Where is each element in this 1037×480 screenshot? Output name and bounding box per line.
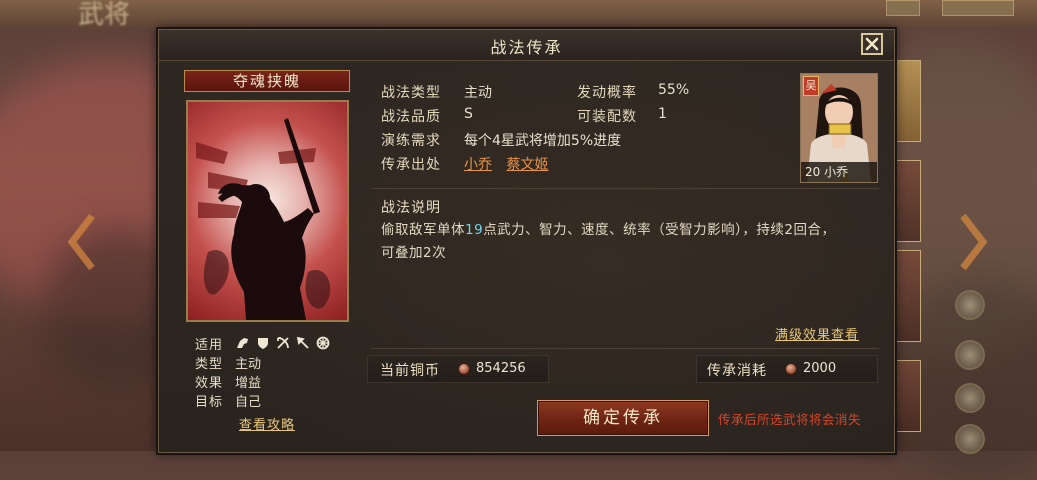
copper-value: 854256	[476, 361, 526, 376]
effect-label: 效果	[195, 376, 224, 391]
attr-source-values: 小乔 蔡文姬	[464, 154, 548, 174]
type-label: 类型	[195, 357, 224, 372]
modal-title: 战法传承	[490, 38, 563, 57]
quality-value: S	[464, 106, 473, 122]
equip-count-label: 可装配数	[577, 109, 637, 125]
trigger-rate-label: 发动概率	[577, 85, 637, 101]
background-round-button	[955, 383, 985, 413]
background-round-button	[955, 290, 985, 320]
target-value: 自己	[235, 395, 262, 410]
attr-tactic-type: 战法类型	[381, 82, 441, 102]
skill-artwork	[186, 100, 349, 322]
description-text-b: 点武力、智力、速度、统率（受智力影响），持续2回合，	[483, 222, 836, 238]
source-link-caiwenji[interactable]: 蔡文姬	[506, 157, 548, 173]
confirm-inherit-button[interactable]: 确定传承	[537, 400, 709, 436]
info-row-target: 目标 自己	[195, 391, 355, 411]
attr-source: 传承出处	[381, 154, 441, 174]
divider	[371, 348, 879, 349]
general-level-name: 20 小乔	[801, 162, 877, 182]
inherit-warning: 传承后所选武将将会消失	[718, 412, 862, 427]
background-top-bar	[0, 0, 1037, 30]
divider	[371, 188, 879, 189]
attr-tactic-type-value: 主动	[464, 82, 492, 102]
background-side-tab	[893, 360, 921, 432]
tactic-type-label: 战法类型	[381, 85, 441, 101]
description-number: 19	[465, 222, 484, 238]
attr-equip-count-value: 1	[658, 106, 667, 122]
cost-label: 传承消耗	[707, 363, 767, 379]
quality-label: 战法品质	[381, 109, 441, 125]
cost-bar: 传承消耗 2000	[696, 355, 878, 383]
equip-count-value: 1	[658, 106, 667, 122]
shield-icon	[255, 335, 271, 351]
drill-req-label: 演练需求	[381, 133, 441, 149]
effect-value: 增益	[235, 376, 262, 391]
copper-coin-icon	[458, 363, 470, 375]
background-top-button	[886, 0, 920, 16]
applicable-label: 适用	[195, 338, 224, 353]
description-title: 战法说明	[381, 200, 441, 216]
copper-bar: 当前铜币 854256	[367, 355, 549, 383]
view-guide-link[interactable]: 查看攻略	[239, 414, 295, 433]
skill-name: 夺魂挟魄	[184, 70, 350, 92]
attr-drill-req: 演练需求	[381, 130, 441, 150]
info-row-effect: 效果 增益	[195, 372, 355, 392]
attr-drill-req-value: 每个4星武将增加5%进度	[464, 130, 621, 150]
bow-icon	[275, 335, 291, 351]
source-link-xiaoqiao[interactable]: 小乔	[464, 157, 492, 173]
background-side-tab	[893, 250, 921, 342]
background-round-button	[955, 340, 985, 370]
general-stars	[807, 150, 861, 182]
attr-quality: 战法品质	[381, 106, 441, 126]
background-title: 武将	[78, 0, 131, 30]
star-icon	[839, 150, 861, 182]
attr-trigger-rate-value: 55%	[658, 82, 689, 98]
siege-icon	[315, 335, 331, 351]
description-text-c: 可叠加2次	[381, 245, 447, 261]
cavalry-icon	[235, 335, 251, 351]
general-portrait[interactable]: 吴 20 小乔	[800, 73, 878, 183]
general-faction-badge: 吴	[803, 76, 819, 96]
next-arrow-icon	[955, 212, 989, 272]
copper-label: 当前铜币	[380, 363, 440, 379]
attr-quality-value: S	[464, 106, 473, 122]
attr-trigger-rate: 发动概率	[577, 82, 637, 102]
background-side-tab	[893, 160, 921, 242]
tactic-type-value: 主动	[464, 85, 492, 101]
applicable-icons	[235, 335, 331, 351]
target-label: 目标	[195, 395, 224, 410]
max-level-effect-link[interactable]: 满级效果查看	[775, 324, 859, 343]
modal-header: 战法传承	[159, 30, 894, 61]
cost-coin-icon	[785, 363, 797, 375]
type-value: 主动	[235, 357, 262, 372]
trigger-rate-value: 55%	[658, 82, 690, 98]
cost-value: 2000	[803, 361, 837, 376]
info-row-applicable: 适用	[195, 334, 355, 354]
attr-equip-count: 可装配数	[577, 106, 637, 126]
spear-icon	[295, 335, 311, 351]
background-top-button	[942, 0, 1014, 16]
drill-req-value: 每个4星武将增加5%进度	[464, 133, 622, 149]
description-text-a: 偷取敌军单体	[381, 222, 465, 238]
description-body: 偷取敌军单体19点武力、智力、速度、统率（受智力影响），持续2回合， 可叠加2次	[381, 219, 871, 265]
close-icon	[865, 37, 879, 51]
inherit-tactic-modal: 战法传承 夺魂挟魄 适用 类型 主动 效果 增益 目标 自己 查看攻略 战法类型…	[158, 29, 895, 453]
prev-arrow-icon	[66, 212, 100, 272]
close-button[interactable]	[861, 33, 883, 55]
background-round-button	[955, 424, 985, 454]
background-side-tab	[893, 60, 921, 142]
info-row-type: 类型 主动	[195, 353, 355, 373]
source-label: 传承出处	[381, 157, 441, 173]
